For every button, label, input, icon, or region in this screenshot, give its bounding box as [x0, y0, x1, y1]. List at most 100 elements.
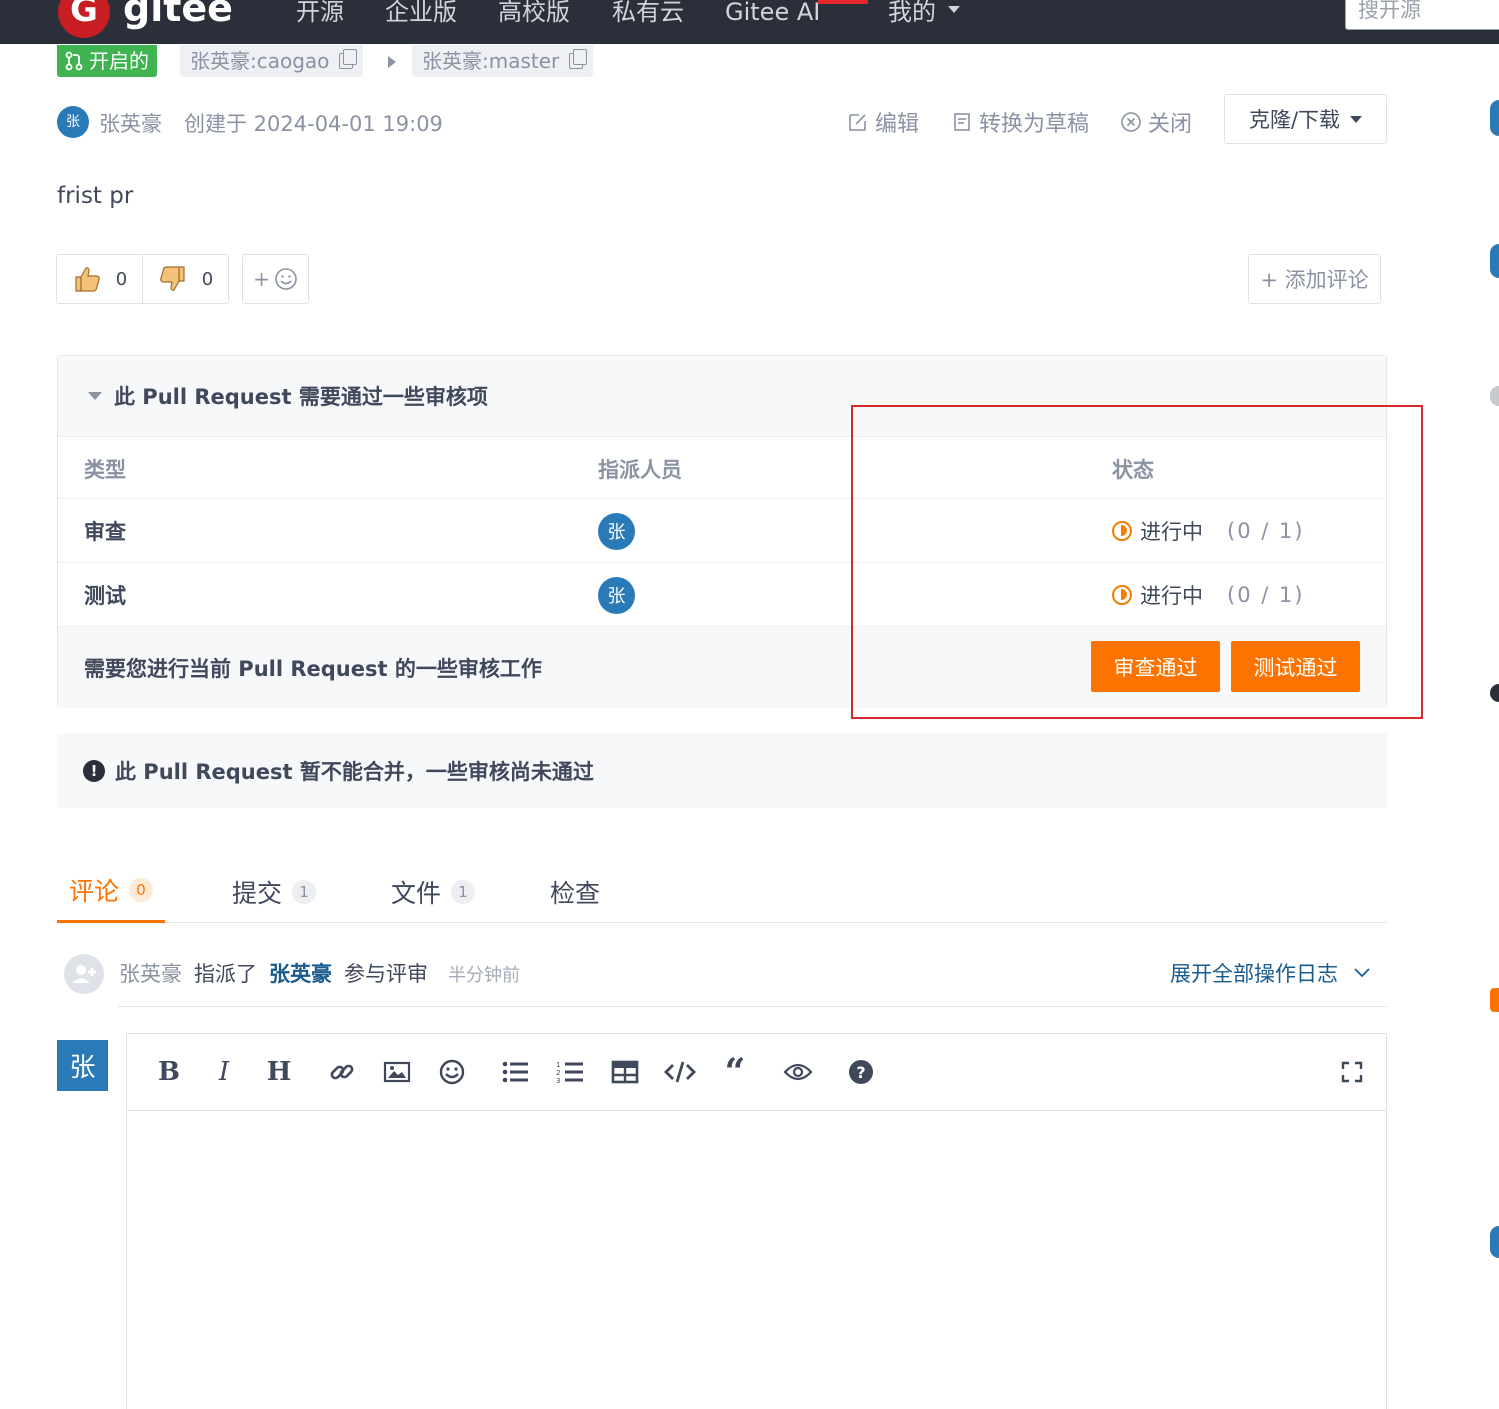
- tab-label: 评论: [69, 877, 120, 906]
- code-icon[interactable]: [662, 1054, 698, 1090]
- svg-text:?: ?: [856, 1063, 865, 1082]
- edit-icon: [849, 114, 866, 131]
- reactions: 0 0: [56, 254, 229, 304]
- clone-download-button[interactable]: 克隆/下载: [1224, 94, 1387, 144]
- merge-warning-text: 此 Pull Request 暂不能合并，一些审核尚未通过: [115, 759, 594, 784]
- comment-editor[interactable]: B I H 123 “ ?: [126, 1033, 1387, 1409]
- review-type: 测试: [84, 584, 126, 608]
- review-type: 审查: [84, 520, 126, 544]
- assignee-avatar[interactable]: 张: [598, 576, 635, 614]
- col-assignee: 指派人员: [598, 458, 682, 482]
- source-branch-label: 张英豪:caogao: [190, 49, 330, 73]
- italic-icon[interactable]: I: [206, 1054, 242, 1090]
- tab-label: 提交: [232, 878, 283, 908]
- add-comment-button[interactable]: + 添加评论: [1248, 254, 1381, 304]
- close-pr-button[interactable]: 关闭: [1120, 106, 1192, 138]
- edit-button[interactable]: 编辑: [847, 106, 919, 138]
- logo-text[interactable]: gitee: [123, 0, 233, 32]
- review-footer-text: 需要您进行当前 Pull Request 的一些审核工作: [84, 657, 542, 681]
- tab-checks[interactable]: 检查: [550, 860, 600, 923]
- editor-toolbar: B I H 123 “ ?: [127, 1034, 1386, 1111]
- new-badge: [818, 0, 868, 4]
- highlight-annotation: [851, 405, 1423, 719]
- tab-comments[interactable]: 评论 0: [57, 860, 166, 923]
- close-pr-label: 关闭: [1148, 112, 1193, 137]
- svg-text:3: 3: [556, 1077, 560, 1084]
- tab-label: 文件: [391, 878, 442, 908]
- copy-icon[interactable]: [339, 49, 358, 69]
- nav-item-open-source[interactable]: 开源: [296, 0, 344, 30]
- clone-download-label: 克隆/下载: [1248, 108, 1341, 132]
- tab-count: 1: [292, 879, 317, 904]
- log-target[interactable]: 张英豪: [269, 958, 332, 988]
- divider: [118, 1006, 1387, 1007]
- chevron-down-icon: [1350, 115, 1363, 123]
- svg-text:1: 1: [556, 1061, 560, 1069]
- expand-log-label: 展开全部操作日志: [1170, 962, 1338, 986]
- tab-commits[interactable]: 提交 1: [232, 860, 317, 923]
- emoji-icon[interactable]: [434, 1054, 470, 1090]
- thumbs-up-icon: [75, 267, 100, 292]
- fullscreen-icon[interactable]: [1334, 1054, 1370, 1090]
- tab-label: 检查: [550, 878, 601, 908]
- activity-log-entry: 张英豪 指派了 张英豪 参与评审 半分钟前: [119, 958, 520, 988]
- sidebar-dot: [1490, 684, 1499, 702]
- bold-icon[interactable]: B: [151, 1054, 187, 1090]
- log-action: 参与评审: [344, 962, 428, 986]
- add-reaction-plus: +: [253, 267, 270, 291]
- search-input[interactable]: 搜开源: [1345, 0, 1499, 30]
- merge-warning: ! 此 Pull Request 暂不能合并，一些审核尚未通过: [57, 733, 1387, 808]
- pr-description: frist pr: [57, 183, 134, 209]
- pull-request-icon: [65, 51, 83, 71]
- pr-tabs: 评论 0 提交 1 文件 1 检查: [57, 860, 1387, 923]
- assignee-avatar[interactable]: 张: [598, 512, 635, 550]
- thumbs-down-count: 0: [201, 268, 214, 290]
- image-icon[interactable]: [379, 1054, 415, 1090]
- thumbs-down-icon: [159, 266, 185, 291]
- preview-eye-icon[interactable]: [780, 1054, 816, 1090]
- help-icon[interactable]: ?: [843, 1054, 879, 1090]
- add-reaction-button[interactable]: +: [242, 254, 309, 304]
- sidebar-checkbox: [1490, 988, 1499, 1012]
- draft-icon: [954, 113, 970, 131]
- nav-item-private-cloud[interactable]: 私有云: [612, 0, 684, 30]
- expand-log-button[interactable]: 展开全部操作日志: [1170, 958, 1370, 988]
- author-name[interactable]: 张英豪: [99, 108, 162, 138]
- pr-state-label: 开启的: [89, 49, 149, 73]
- log-verb: 指派了: [194, 962, 257, 986]
- log-actor[interactable]: 张英豪: [119, 958, 182, 988]
- quote-icon[interactable]: “: [717, 1051, 753, 1093]
- source-branch: 张英豪:caogao: [180, 45, 364, 77]
- chevron-down-icon: [948, 6, 960, 13]
- nav-item-education[interactable]: 高校版: [498, 0, 570, 30]
- thumbs-up-count: 0: [115, 268, 128, 290]
- edit-label: 编辑: [875, 112, 920, 137]
- assign-user-icon: [64, 954, 104, 994]
- current-user-avatar[interactable]: 张: [57, 1040, 108, 1091]
- link-icon[interactable]: [324, 1054, 360, 1090]
- numbered-list-icon[interactable]: 123: [552, 1054, 588, 1090]
- heading-icon[interactable]: H: [261, 1054, 297, 1090]
- svg-text:2: 2: [556, 1069, 560, 1077]
- table-icon[interactable]: [607, 1054, 643, 1090]
- logo-letter: G: [70, 0, 98, 30]
- bullet-list-icon[interactable]: [497, 1054, 533, 1090]
- thumbs-down-button[interactable]: 0: [142, 255, 228, 303]
- review-panel-title: 此 Pull Request 需要通过一些审核项: [114, 385, 488, 409]
- nav-item-gitee-ai[interactable]: Gitee AI: [725, 0, 820, 30]
- sidebar-avatar: [1490, 244, 1499, 278]
- thumbs-up-button[interactable]: 0: [57, 255, 142, 303]
- tab-files[interactable]: 文件 1: [391, 860, 476, 923]
- tab-count: 0: [129, 878, 154, 902]
- copy-icon[interactable]: [569, 49, 588, 69]
- nav-item-mine[interactable]: 我的: [888, 0, 936, 30]
- nav-item-enterprise[interactable]: 企业版: [385, 0, 457, 30]
- sidebar-dot: [1490, 386, 1499, 406]
- convert-draft-label: 转换为草稿: [979, 112, 1090, 137]
- sidebar-avatar: [1490, 100, 1499, 136]
- top-nav: G gitee 开源 企业版 高校版 私有云 Gitee AI 我的 搜开源: [0, 0, 1499, 44]
- target-branch: 张英豪:master: [412, 45, 594, 77]
- convert-draft-button[interactable]: 转换为草稿: [951, 106, 1089, 138]
- author-avatar[interactable]: 张: [57, 106, 89, 138]
- arrow-right-icon: [388, 56, 396, 68]
